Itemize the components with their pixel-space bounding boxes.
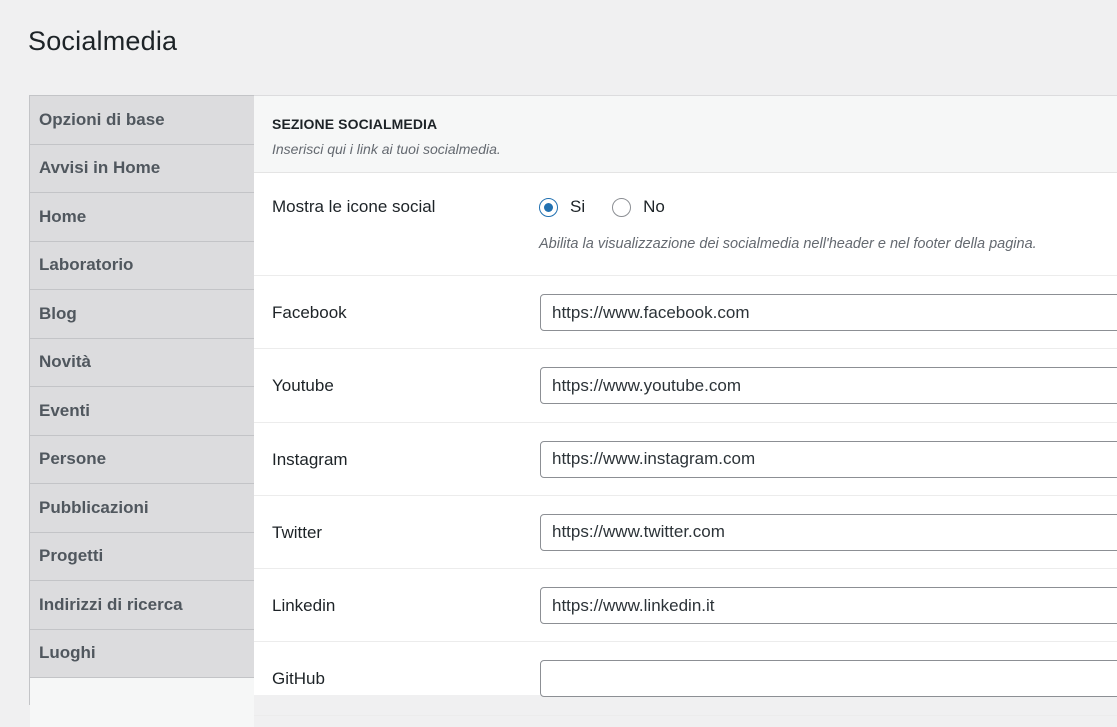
sidebar-item-luoghi[interactable]: Luoghi bbox=[30, 629, 254, 678]
sidebar-item-indirizzi-di-ricerca[interactable]: Indirizzi di ricerca bbox=[30, 581, 254, 630]
facebook-row: Facebook bbox=[254, 276, 1117, 350]
github-input[interactable] bbox=[540, 660, 1117, 698]
sidebar-item-laboratorio[interactable]: Laboratorio bbox=[30, 241, 254, 290]
section-description: Inserisci qui i link ai tuoi socialmedia… bbox=[272, 141, 501, 157]
sidebar-item-eventi[interactable]: Eventi bbox=[30, 387, 254, 436]
youtube-label: Youtube bbox=[272, 376, 334, 396]
sidebar-item-persone[interactable]: Persone bbox=[30, 435, 254, 484]
show-icons-label: Mostra le icone social bbox=[272, 197, 436, 216]
sidebar-item-novita[interactable]: Novità bbox=[30, 338, 254, 387]
twitter-row: Twitter bbox=[254, 496, 1117, 570]
github-row: GitHub bbox=[254, 642, 1117, 716]
instagram-label: Instagram bbox=[272, 449, 348, 469]
radio-si-label[interactable]: Si bbox=[570, 197, 585, 217]
twitter-label: Twitter bbox=[272, 522, 323, 542]
youtube-input[interactable] bbox=[540, 367, 1117, 405]
radio-no-label[interactable]: No bbox=[643, 197, 665, 217]
facebook-input[interactable] bbox=[540, 294, 1117, 331]
show-icons-radio-group: Si No bbox=[539, 197, 692, 217]
github-label: GitHub bbox=[272, 669, 325, 689]
facebook-label: Facebook bbox=[272, 303, 347, 322]
sidebar-item-home[interactable]: Home bbox=[30, 193, 254, 242]
linkedin-row: Linkedin bbox=[254, 569, 1117, 643]
show-icons-row: Mostra le icone social Si No Abilita la … bbox=[254, 173, 1117, 276]
sidebar-item-socialmedia-active[interactable] bbox=[30, 678, 254, 727]
linkedin-label: Linkedin bbox=[272, 596, 336, 616]
section-title: SEZIONE SOCIALMEDIA bbox=[272, 116, 438, 132]
linkedin-input[interactable] bbox=[540, 587, 1117, 625]
instagram-row: Instagram bbox=[254, 423, 1117, 496]
sidebar-item-progetti[interactable]: Progetti bbox=[30, 532, 254, 581]
settings-sidebar: Opzioni di base Avvisi in Home Home Labo… bbox=[29, 95, 254, 727]
twitter-input[interactable] bbox=[540, 513, 1117, 551]
page-title: Socialmedia bbox=[28, 26, 178, 56]
sidebar-item-blog[interactable]: Blog bbox=[30, 290, 254, 339]
radio-si[interactable] bbox=[539, 197, 558, 217]
show-icons-help: Abilita la visualizzazione dei socialmed… bbox=[539, 236, 1037, 252]
instagram-input[interactable] bbox=[540, 440, 1117, 478]
sidebar-item-avvisi-in-home[interactable]: Avvisi in Home bbox=[30, 144, 254, 193]
sidebar-item-pubblicazioni[interactable]: Pubblicazioni bbox=[30, 484, 254, 533]
sidebar-item-opzioni-di-base[interactable]: Opzioni di base bbox=[30, 96, 254, 145]
radio-no[interactable] bbox=[612, 197, 632, 217]
youtube-row: Youtube bbox=[254, 349, 1117, 423]
settings-panel: SEZIONE SOCIALMEDIA Inserisci qui i link… bbox=[254, 95, 1117, 716]
section-header: SEZIONE SOCIALMEDIA Inserisci qui i link… bbox=[254, 96, 1117, 173]
